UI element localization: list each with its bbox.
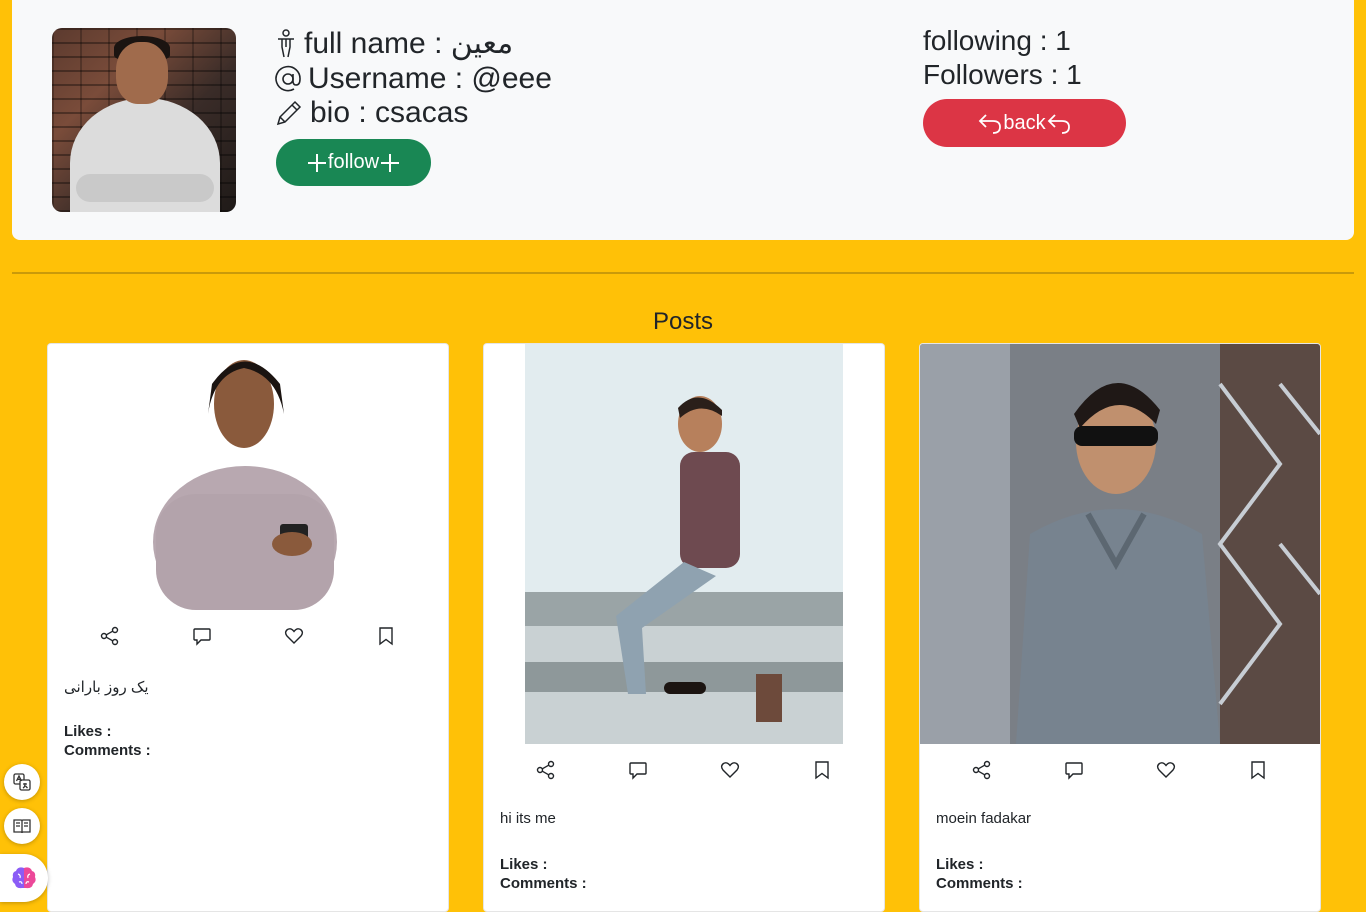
reply-arrow-icon: [1047, 114, 1070, 134]
profile-card: full name : معین Username : @eee bio : c…: [12, 0, 1354, 240]
translate-tool-button[interactable]: [4, 764, 40, 800]
heart-icon[interactable]: [1156, 760, 1176, 780]
post-image: [920, 344, 1320, 744]
reply-arrow-icon: [979, 114, 1002, 134]
pencil-icon: [276, 100, 302, 126]
post-caption: hi its me: [500, 810, 556, 827]
follow-button[interactable]: follow: [276, 139, 431, 186]
post-likes: Likes :: [500, 856, 548, 873]
plus-icon: [307, 153, 326, 172]
post-actions: [48, 626, 448, 646]
ai-assistant-button[interactable]: [0, 854, 48, 902]
post-actions: [920, 760, 1320, 780]
back-button-label: back: [1003, 111, 1046, 134]
translate-icon: [13, 773, 31, 791]
reader-tool-button[interactable]: [4, 808, 40, 844]
bio-text: bio : csacas: [310, 96, 469, 129]
person-standing-icon: [278, 28, 294, 57]
username-row: Username : @eee: [274, 62, 552, 96]
brain-icon: [12, 867, 36, 889]
post-image: [48, 344, 448, 610]
heart-icon[interactable]: [720, 760, 740, 780]
heart-icon[interactable]: [284, 626, 304, 646]
followers-count[interactable]: Followers : 1: [923, 59, 1082, 91]
post-caption: یک روز بارانی: [64, 679, 149, 696]
bookmark-icon[interactable]: [1248, 760, 1268, 780]
at-sign-icon: [275, 65, 301, 92]
back-button[interactable]: back: [923, 99, 1126, 147]
share-icon[interactable]: [100, 626, 120, 646]
posts-heading: Posts: [652, 308, 714, 335]
follow-button-label: follow: [327, 151, 380, 173]
post-comments: Comments :: [64, 742, 151, 759]
post-card: hi its me Likes : Comments :: [483, 343, 885, 912]
share-icon[interactable]: [972, 760, 992, 780]
section-divider: [12, 272, 1354, 274]
plus-icon: [381, 153, 400, 172]
profile-avatar: [52, 28, 236, 212]
bio-row: bio : csacas: [274, 96, 468, 130]
post-caption: moein fadakar: [936, 810, 1032, 827]
following-count[interactable]: following : 1: [923, 25, 1071, 57]
comment-icon[interactable]: [1064, 760, 1084, 780]
bookmark-icon[interactable]: [812, 760, 832, 780]
post-likes: Likes :: [64, 723, 112, 740]
username-text: Username : @eee: [308, 62, 552, 95]
reader-icon: [13, 819, 31, 834]
post-comments: Comments :: [936, 875, 1023, 892]
comment-icon[interactable]: [192, 626, 212, 646]
bookmark-icon[interactable]: [376, 626, 396, 646]
post-comments: Comments :: [500, 875, 587, 892]
comment-icon[interactable]: [628, 760, 648, 780]
full-name-text: full name : معین: [304, 27, 514, 60]
post-actions: [484, 760, 884, 780]
post-card: moein fadakar Likes : Comments :: [919, 343, 1321, 912]
post-card: یک روز بارانی Likes : Comments :: [47, 343, 449, 912]
post-image: [484, 344, 884, 744]
share-icon[interactable]: [536, 760, 556, 780]
full-name-row: full name : معین: [274, 26, 513, 61]
post-likes: Likes :: [936, 856, 984, 873]
